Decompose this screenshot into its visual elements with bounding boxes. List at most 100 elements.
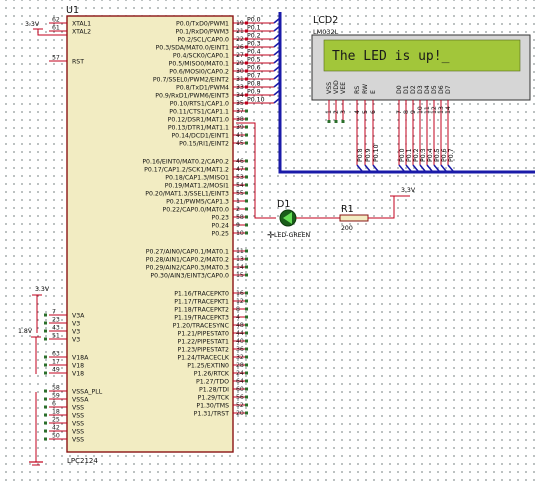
chip-right-pin[interactable]: P1.20/TRACESYNC 48 <box>173 322 248 330</box>
chip-right-pin[interactable]: P0.11/CTS1/CAP1.1 37 <box>169 108 248 116</box>
chip-right-pin[interactable]: P1.18/TRACEPKT2 8 <box>174 306 248 314</box>
lcd-pin-number: 4 <box>354 110 361 114</box>
chip-right-pin[interactable]: P0.6/MOSI0/CAP0.2 30 <box>169 68 248 76</box>
chip-right-pin[interactable]: P0.12/DSR1/MAT1.0 38 <box>168 116 248 124</box>
pin-label: P1.26/RTCK <box>194 371 230 378</box>
chip-right-pin[interactable]: P1.23/PIPESTAT2 36 <box>178 346 248 354</box>
lcd-pin-label: E <box>370 90 377 94</box>
pin-label: P1.24/TRACECLK <box>177 355 230 362</box>
pin-label: XTAL1 <box>72 21 91 28</box>
net-label: P0.5 <box>247 57 261 64</box>
lcd-pin-number: 5 <box>362 110 369 114</box>
power-3v3-res-label: 3.3V <box>401 187 416 194</box>
pin-number: 22 <box>236 36 244 43</box>
pin-label: V3 <box>72 329 80 336</box>
pin-label: P1.30/TMS <box>196 403 229 410</box>
pin-label: VSS <box>72 413 84 420</box>
chip-right-pin[interactable]: P0.14/DCD1/EINT1 41 <box>171 132 248 140</box>
pin-number: 36 <box>236 346 244 353</box>
chip-right-pin[interactable]: P0.0/TxD0/PWM1 19 <box>176 20 248 28</box>
lcd-pin-number: 13 <box>438 106 445 114</box>
lcd-pin[interactable]: VSS 1 <box>326 82 333 123</box>
resistor-r1[interactable]: R1 200 3.3V <box>339 187 416 232</box>
lcd-pin[interactable]: VDD 2 <box>333 80 340 123</box>
chip-right-pin[interactable]: P1.19/TRACEPKT3 4 <box>174 314 248 322</box>
pin-label: P1.27/TDO <box>196 379 229 386</box>
pin-number: 42 <box>52 425 60 432</box>
chip-right-pin[interactable]: P1.31/TRST 20 <box>194 410 248 418</box>
chip-right-pin[interactable]: P0.22/CAP0.0/MAT0.0 2 <box>162 206 248 214</box>
lcd-pin-number: 11 <box>424 106 431 114</box>
crosshair-icon: ✛ <box>267 231 275 241</box>
chip-right-pin[interactable]: P1.27/TDO 64 <box>196 378 248 386</box>
chip-right-pin[interactable]: P1.16/TRACEPKT0 16 <box>174 290 248 298</box>
chip-right-pin[interactable]: P0.15/RI1/EINT2 45 <box>179 140 248 148</box>
chip-right-pin[interactable]: P1.29/TCK 56 <box>198 394 248 402</box>
chip-right-pin[interactable]: P1.22/PIPESTAT1 40 <box>178 338 248 346</box>
pin-label: P1.17/TRACEPKT1 <box>174 299 229 306</box>
lcd-net-label: P0.9 <box>365 148 372 162</box>
chip-right-pin[interactable]: P0.2/SCL/CAP0.0 22 <box>177 36 248 44</box>
net-label: P0.2 <box>247 33 261 40</box>
lcd-bus-entry <box>364 164 371 172</box>
pin-number: 17 <box>52 359 60 366</box>
chip-right-pin[interactable]: P1.30/TMS 52 <box>196 402 248 410</box>
pin-number: 25 <box>52 417 60 424</box>
pin-number: 10 <box>236 230 244 237</box>
pin-number: 23 <box>52 317 60 324</box>
chip-right-pin[interactable]: P0.18/CAP1.3/MISO1 53 <box>165 174 248 182</box>
chip-right-pin[interactable]: P0.4/SCK0/CAP0.1 27 <box>173 52 248 60</box>
pin-label: P1.25/EXTIN0 <box>187 363 229 370</box>
pin-number: 58 <box>236 214 244 221</box>
chip-right-pin[interactable]: P0.7/SSEL0/PWM2/EINT2 31 <box>153 76 248 84</box>
chip-right-pin[interactable]: P1.21/PIPESTAT0 44 <box>178 330 248 338</box>
net-label: P0.1 <box>247 25 261 32</box>
pin-number: 56 <box>236 394 244 401</box>
pin-label: V18 <box>72 363 84 370</box>
chip-right-pin[interactable]: P1.17/TRACEPKT1 12 <box>174 298 248 306</box>
chip-right-pin[interactable]: P0.5/MISO0/MAT0.1 29 <box>169 60 248 68</box>
pin-number: 8 <box>236 306 240 313</box>
chip-right-pin[interactable]: P0.13/DTR1/MAT1.1 39 <box>168 124 248 132</box>
pin-number: 32 <box>236 354 244 361</box>
net-label: P0.9 <box>247 89 261 96</box>
lcd-pin-number: 8 <box>403 110 410 114</box>
lcd-bus-entry <box>433 164 440 172</box>
pin-number: 14 <box>236 264 244 271</box>
chip-right-pin[interactable]: P1.26/RTCK 24 <box>194 370 248 378</box>
pin-number: 2 <box>236 206 240 213</box>
pin-number: 35 <box>236 100 244 107</box>
lcd-lm032l[interactable]: LCD2 LM032L The LED is up!_ VSS1VDD2VEE3… <box>311 15 531 172</box>
chip-right-pin[interactable]: P0.19/MAT1.2/MOSI1 54 <box>165 182 248 190</box>
pin-label: VSSA_PLL <box>72 389 103 396</box>
chip-right-pin[interactable]: P1.24/TRACECLK 32 <box>177 354 248 362</box>
pin-label: XTAL2 <box>72 29 91 36</box>
pin-label: P1.16/TRACEPKT0 <box>174 291 229 298</box>
chip-right-pin[interactable]: P0.1/RxD0/PWM3 21 <box>175 28 248 36</box>
chip-u1[interactable]: U1 LPC2124 62XTAL161XTAL257RST7V3A23V343… <box>44 5 248 465</box>
pin-label: P0.10/RTS1/CAP1.0 <box>170 101 229 108</box>
chip-right-pin[interactable]: P0.8/TxD1/PWM4 33 <box>176 84 248 92</box>
chip-right-pin[interactable]: P1.28/TDI 60 <box>199 386 248 394</box>
pin-number: 15 <box>236 272 244 279</box>
lcd-bus-entry <box>426 164 433 172</box>
lcd-bus-entry <box>398 164 405 172</box>
pin-label: P0.17/CAP1.2/SCK1/MAT1.2 <box>144 167 229 174</box>
resistor-wire <box>368 195 404 219</box>
lcd-pin-label: D1 <box>403 85 410 94</box>
chip-right-pin[interactable]: P0.3/SDA/MAT0.0/EINT1 26 <box>156 44 248 52</box>
lcd-pin[interactable]: VEE 3 <box>340 82 347 123</box>
chip-right-pin[interactable]: P0.21/PWM5/CAP1.3 1 <box>166 198 248 206</box>
chip-right-pin[interactable]: P1.25/EXTIN0 28 <box>187 362 248 370</box>
chip-right-pin[interactable]: P0.10/RTS1/CAP1.0 35 <box>170 100 248 108</box>
lcd-net-label: P0.7 <box>448 148 455 162</box>
pin-label: P0.29/AIN2/CAP0.3/MAT0.3 <box>146 265 229 272</box>
chip-right-pin[interactable]: P0.9/RxD1/PWM6/EINT3 34 <box>155 92 248 100</box>
led-d1[interactable]: D1 LED-GREEN ✛ <box>236 122 340 241</box>
pin-label: V18 <box>72 371 84 378</box>
pin-number: 26 <box>236 44 244 51</box>
pin-number: 29 <box>236 60 244 67</box>
pin-number: 50 <box>52 433 60 440</box>
pin-number: 47 <box>236 166 244 173</box>
lcd-pin-number: 9 <box>410 110 417 114</box>
